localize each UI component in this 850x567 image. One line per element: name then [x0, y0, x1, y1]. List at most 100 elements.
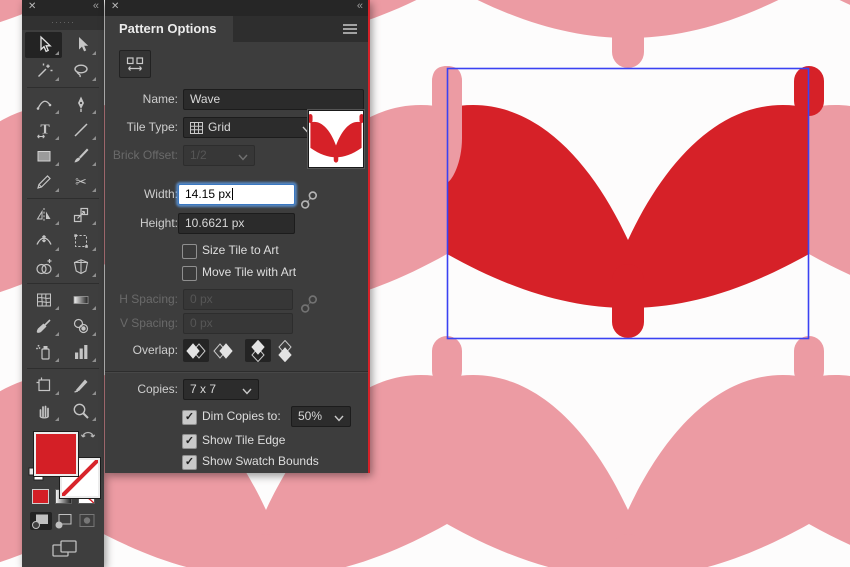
- blend-tool[interactable]: [62, 313, 99, 339]
- magic-wand-tool[interactable]: [25, 58, 62, 84]
- symbol-sprayer-tool[interactable]: [25, 339, 62, 365]
- shape-builder-tool[interactable]: [25, 254, 62, 280]
- move-tile-checkbox[interactable]: [182, 266, 197, 281]
- show-tile-edge-checkbox[interactable]: ✓: [182, 434, 197, 449]
- curvature-tool[interactable]: [25, 91, 62, 117]
- panel-grip[interactable]: ······: [22, 16, 104, 30]
- slice-tool[interactable]: [62, 372, 99, 398]
- tools-panel-titlebar: ✕ «: [22, 0, 104, 16]
- collapse-panel-icon[interactable]: «: [93, 0, 99, 12]
- text-caret: [232, 188, 234, 200]
- chevron-down-icon: [237, 152, 249, 162]
- gradient-tool[interactable]: [62, 287, 99, 313]
- column-graph-tool[interactable]: [62, 339, 99, 365]
- hand-tool[interactable]: [25, 398, 62, 424]
- width-tool[interactable]: [25, 228, 62, 254]
- overlap-left-in-front-button[interactable]: [183, 339, 209, 362]
- panel-menu-icon[interactable]: [340, 21, 360, 37]
- lasso-icon: [71, 61, 91, 81]
- close-icon[interactable]: ✕: [111, 1, 119, 12]
- scale-icon: [71, 205, 91, 225]
- overlap-top-in-front-icon: [245, 340, 271, 362]
- name-label: Name:: [142, 92, 178, 106]
- h-spacing-row: H Spacing: 0 px: [105, 289, 368, 310]
- column-graph-icon: [71, 342, 91, 362]
- v-spacing-label: V Spacing:: [119, 316, 178, 330]
- overlap-row: Overlap:: [105, 339, 368, 362]
- eyedropper-icon: [34, 316, 54, 336]
- overlap-top-in-front-button[interactable]: [245, 339, 271, 362]
- name-row: Name: Wave: [105, 89, 368, 110]
- overlap-bottom-in-front-button[interactable]: [272, 339, 298, 362]
- scissors-icon: [71, 172, 91, 192]
- tile-type-value: Grid: [208, 120, 231, 134]
- name-input[interactable]: Wave: [183, 89, 364, 110]
- move-tile-label: Move Tile with Art: [202, 265, 297, 279]
- collapse-panel-icon[interactable]: «: [357, 0, 363, 12]
- zoom-tool[interactable]: [62, 398, 99, 424]
- pencil-tool[interactable]: [25, 169, 62, 195]
- lasso-tool[interactable]: [62, 58, 99, 84]
- swap-fill-stroke-icon[interactable]: [80, 428, 96, 440]
- height-label: Height:: [139, 216, 178, 230]
- blend-icon: [71, 316, 91, 336]
- paintbrush-tool[interactable]: [62, 143, 99, 169]
- overlap-right-in-front-button[interactable]: [210, 339, 236, 362]
- color-button[interactable]: [32, 489, 49, 504]
- pen-tool[interactable]: [62, 91, 99, 117]
- draw-normal-mode-button[interactable]: [30, 512, 52, 530]
- scale-tool[interactable]: [62, 202, 99, 228]
- width-label: Width:: [143, 187, 178, 201]
- size-tile-checkbox[interactable]: [182, 244, 197, 259]
- type-icon: [34, 120, 54, 140]
- dim-copies-value: 50%: [298, 409, 323, 423]
- rectangle-icon: [34, 146, 54, 166]
- free-transform-tool[interactable]: [62, 228, 99, 254]
- perspective-grid-tool[interactable]: [62, 254, 99, 280]
- overlap-left-in-front-icon: [183, 340, 209, 362]
- width-input[interactable]: 14.15 px: [178, 184, 295, 205]
- tab-pattern-options[interactable]: Pattern Options: [105, 16, 233, 42]
- dim-copies-checkbox[interactable]: ✓: [182, 410, 197, 425]
- divider: [27, 87, 99, 88]
- screen-mode-button[interactable]: [50, 538, 80, 560]
- selection-tool[interactable]: [25, 32, 62, 58]
- line-segment-icon: [71, 120, 91, 140]
- brick-offset-value: 1/2: [190, 148, 207, 162]
- rectangle-tool[interactable]: [25, 143, 62, 169]
- direct-selection-tool[interactable]: [62, 32, 99, 58]
- pattern-tile-tool-button[interactable]: [119, 50, 151, 78]
- line-segment-tool[interactable]: [62, 117, 99, 143]
- reflect-tool[interactable]: [25, 202, 62, 228]
- shape-builder-icon: [34, 257, 54, 277]
- h-spacing-input: 0 px: [183, 289, 293, 310]
- show-swatch-bounds-checkbox[interactable]: ✓: [182, 455, 197, 470]
- artboard-tool[interactable]: [25, 372, 62, 398]
- copies-dropdown[interactable]: 7 x 7: [183, 379, 259, 400]
- artboard-icon: [34, 375, 54, 395]
- close-icon[interactable]: ✕: [28, 1, 36, 12]
- link-dimensions-icon[interactable]: [299, 189, 319, 211]
- copies-value: 7 x 7: [190, 382, 217, 396]
- eyedropper-tool[interactable]: [25, 313, 62, 339]
- overlap-buttons: [183, 339, 303, 362]
- size-tile-label: Size Tile to Art: [202, 243, 279, 257]
- divider: [105, 371, 368, 373]
- type-tool[interactable]: [25, 117, 62, 143]
- fill-color-swatch[interactable]: [33, 431, 79, 477]
- width-value: 14.15 px: [185, 187, 232, 201]
- tool-grid: [25, 32, 101, 424]
- link-spacing-icon: [299, 293, 319, 315]
- show-tile-edge-row: ✓ Show Tile Edge: [105, 430, 368, 451]
- draw-inside-mode-button[interactable]: [76, 512, 98, 530]
- mesh-tool[interactable]: [25, 287, 62, 313]
- width-row: Width: 14.15 px: [105, 184, 368, 206]
- pattern-options-titlebar: ✕ «: [105, 0, 368, 16]
- scissors-tool[interactable]: [62, 169, 99, 195]
- draw-behind-mode-button[interactable]: [53, 512, 75, 530]
- dim-copies-dropdown[interactable]: 50%: [291, 406, 351, 427]
- tile-type-dropdown[interactable]: Grid: [183, 117, 319, 138]
- chevron-down-icon: [333, 413, 345, 423]
- height-input[interactable]: 10.6621 px: [178, 213, 295, 234]
- v-spacing-input: 0 px: [183, 313, 293, 334]
